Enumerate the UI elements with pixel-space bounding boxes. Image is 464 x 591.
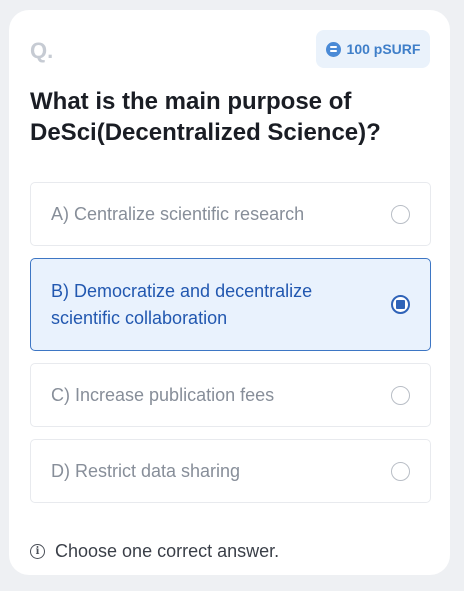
option-c[interactable]: C) Increase publication fees (30, 363, 431, 427)
option-a[interactable]: A) Centralize scientific research (30, 182, 431, 246)
radio-unchecked-icon[interactable] (391, 461, 410, 481)
question-text: What is the main purpose of DeSci(Decent… (30, 88, 381, 146)
option-b-label: B) Democratize and decentralize scientif… (51, 280, 313, 328)
radio-unchecked-icon[interactable] (391, 385, 410, 405)
quiz-card: Q. 100 pSURF What is the main purpose of… (9, 10, 450, 575)
option-c-label: C) Increase publication fees (51, 384, 275, 405)
reward-label: 100 pSURF (346, 41, 421, 57)
option-d[interactable]: D) Restrict data sharing (30, 439, 431, 503)
option-a-label: A) Centralize scientific research (51, 203, 305, 224)
option-b[interactable]: B) Democratize and decentralize scientif… (30, 258, 431, 351)
reward-badge: 100 pSURF (316, 30, 430, 68)
hint-text: Choose one correct answer. (55, 541, 280, 561)
info-icon: i (30, 544, 45, 559)
coin-icon (325, 41, 341, 57)
option-d-label: D) Restrict data sharing (51, 460, 241, 481)
radio-unchecked-icon[interactable] (391, 204, 410, 224)
radio-checked-icon[interactable] (391, 295, 410, 314)
hint: i Choose one correct answer. (30, 541, 279, 562)
question-marker: Q. (30, 38, 54, 63)
